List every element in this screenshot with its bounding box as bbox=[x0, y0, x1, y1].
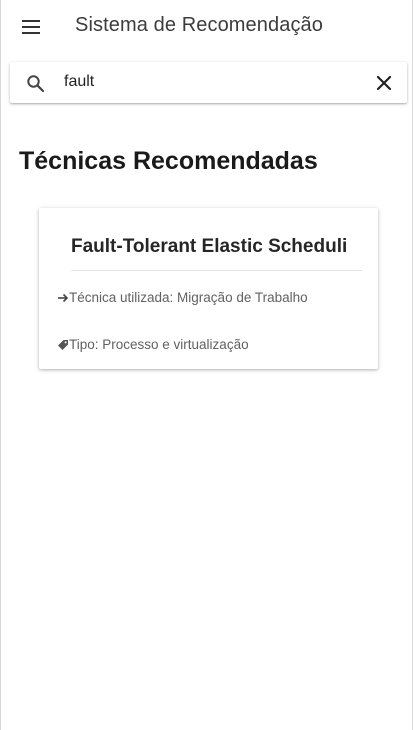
app-window: Sistema de Recomendação Técnicas Recomen… bbox=[0, 0, 413, 730]
app-bar: Sistema de Recomendação bbox=[1, 0, 412, 54]
section-heading: Técnicas Recomendadas bbox=[19, 147, 318, 175]
card-title: Fault-Tolerant Elastic Scheduling bbox=[71, 236, 346, 257]
type-text: Tipo: Processo e virtualização bbox=[69, 337, 249, 352]
menu-icon[interactable] bbox=[20, 17, 42, 37]
page-title: Sistema de Recomendação bbox=[75, 14, 323, 36]
divider bbox=[71, 270, 362, 271]
arrow-right-icon bbox=[57, 292, 69, 304]
type-line: Tipo: Processo e virtualização bbox=[57, 337, 249, 352]
result-card[interactable]: Fault-Tolerant Elastic Scheduling Técnic… bbox=[39, 208, 378, 369]
search-input[interactable] bbox=[64, 70, 364, 94]
tag-icon bbox=[57, 339, 69, 351]
technique-text: Técnica utilizada: Migração de Trabalho bbox=[69, 290, 308, 305]
search-bar bbox=[10, 62, 407, 103]
technique-line: Técnica utilizada: Migração de Trabalho bbox=[57, 290, 308, 305]
search-icon bbox=[26, 74, 46, 94]
close-icon[interactable] bbox=[376, 75, 392, 91]
